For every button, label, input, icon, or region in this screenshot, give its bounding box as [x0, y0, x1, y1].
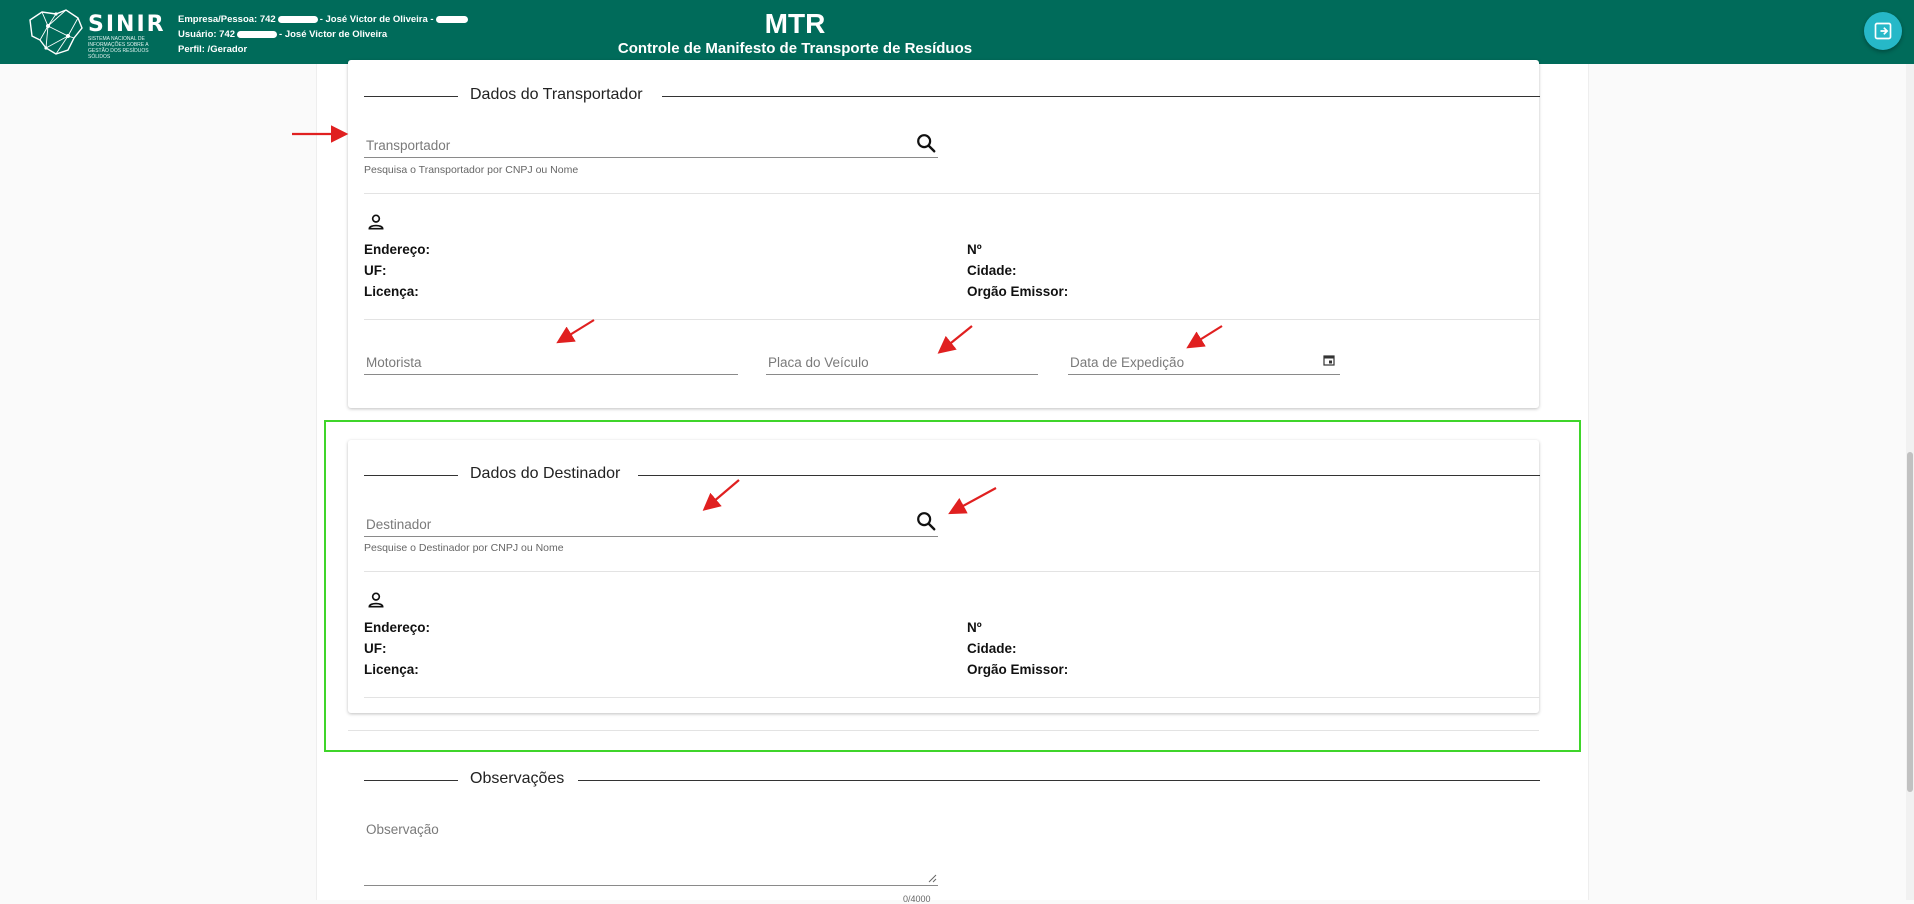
arrow-data: [1186, 325, 1223, 349]
arrow-search: [948, 487, 997, 515]
arrow-placa: [937, 325, 973, 354]
scrollbar-thumb[interactable]: [1907, 452, 1913, 792]
arrow-motorista: [556, 319, 595, 344]
arrow-destinador: [702, 479, 740, 511]
page-scrollbar[interactable]: [1906, 64, 1914, 900]
annotation-arrows: [292, 125, 1223, 515]
